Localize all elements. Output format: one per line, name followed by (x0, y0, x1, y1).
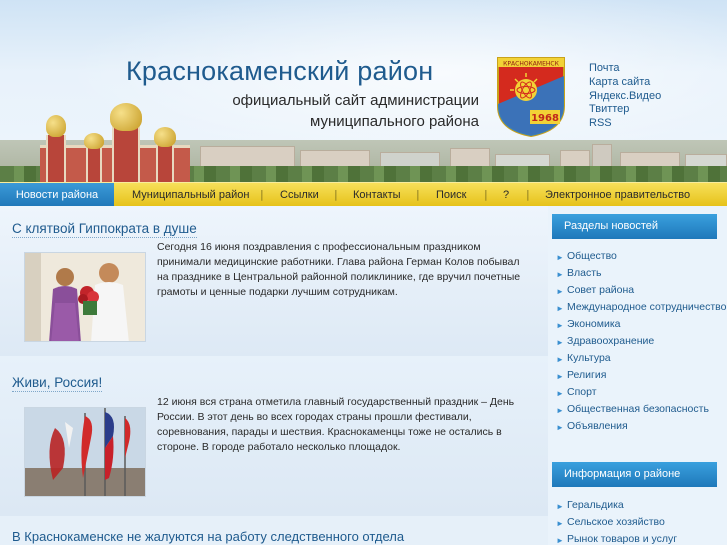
article-summary: 12 июня вся страна отметила главный госу… (157, 396, 515, 453)
sidebar-item-sport[interactable]: ► Спорт (548, 386, 727, 399)
sidebar-item-religion[interactable]: ► Религия (548, 369, 727, 382)
sidebar-item-announcements[interactable]: ► Объявления (548, 420, 727, 433)
news-sections-list: ► Общество ► Власть ► Совет района ► Междуна… (548, 250, 727, 437)
nav-separator: | (416, 188, 420, 201)
site-header: Краснокаменский район официальный сайт а… (0, 0, 727, 182)
arrow-right-icon: ► (556, 536, 564, 545)
sidebar-item-culture[interactable]: ► Культура (548, 352, 727, 365)
sidebar: Разделы новостей ► Общество ► Власть ► Сове… (548, 206, 727, 545)
article-summary: Сегодня 16 июня поздравления с профессио… (157, 241, 521, 298)
nav-item-news[interactable]: Новости района (0, 183, 114, 207)
arrow-right-icon: ► (556, 519, 564, 528)
news-sections-header: Разделы новостей (552, 214, 717, 239)
sidebar-item-heraldry[interactable]: ► Геральдика (548, 499, 727, 512)
arrow-right-icon: ► (556, 355, 564, 364)
arrow-right-icon: ► (556, 321, 564, 330)
district-info-header: Информация о районе (552, 462, 717, 487)
arrow-right-icon: ► (556, 338, 564, 347)
article-title[interactable]: В Краснокаменске не жалуются на работу с… (12, 529, 404, 545)
article-photo[interactable] (24, 252, 146, 342)
nav-item-search[interactable]: Поиск (436, 183, 466, 207)
district-info-list: ► Геральдика ► Сельское хозяйство ► Рынок т… (548, 499, 727, 545)
medics-photo-icon (25, 253, 145, 341)
coat-of-arms-icon[interactable]: КРАСНОКАМЕНСК 1968 (496, 56, 566, 138)
sidebar-item-agriculture[interactable]: ► Сельское хозяйство (548, 516, 727, 529)
site-subtitle-line2: муниципального района (310, 113, 479, 130)
arrow-right-icon: ► (556, 287, 564, 296)
top-links: Почта Карта сайта Яндекс.Видео Твиттер R… (589, 62, 661, 131)
site-subtitle-line1: официальный сайт администрации (232, 92, 479, 109)
rss-link[interactable]: RSS (589, 117, 661, 131)
main-nav: Новости района Муниципальный район | Ссы… (0, 182, 727, 207)
sidebar-item-international[interactable]: ► Международное сотрудничество (548, 301, 727, 314)
coat-top-text: КРАСНОКАМЕНСК (503, 61, 559, 68)
church-illustration (30, 103, 190, 182)
arrow-right-icon: ► (556, 270, 564, 279)
nav-item-contacts[interactable]: Контакты (353, 183, 401, 207)
sidebar-item-economy[interactable]: ► Экономика (548, 318, 727, 331)
flags-photo-icon (25, 408, 145, 496)
arrow-right-icon: ► (556, 304, 564, 313)
nav-separator: | (484, 188, 488, 201)
coat-year-text: 1968 (531, 113, 559, 124)
sidebar-item-market[interactable]: ► Рынок товаров и услуг (548, 533, 727, 545)
arrow-right-icon: ► (556, 372, 564, 381)
news-list: С клятвой Гиппократа в душе Сегодня 16 и… (0, 206, 548, 545)
nav-separator: | (526, 188, 530, 201)
sidebar-item-public-safety[interactable]: ► Общественная безопасность (548, 403, 727, 416)
arrow-right-icon: ► (556, 502, 564, 511)
mail-link[interactable]: Почта (589, 62, 661, 76)
sitemap-link[interactable]: Карта сайта (589, 76, 661, 90)
sidebar-item-power[interactable]: ► Власть (548, 267, 727, 280)
nav-item-links[interactable]: Ссылки (280, 183, 319, 207)
article-title[interactable]: С клятвой Гиппократа в душе (12, 221, 197, 238)
arrow-right-icon: ► (556, 253, 564, 262)
sidebar-item-health[interactable]: ► Здравоохранение (548, 335, 727, 348)
nav-item-help[interactable]: ? (503, 183, 509, 207)
arrow-right-icon: ► (556, 389, 564, 398)
site-title[interactable]: Краснокаменский район (126, 56, 433, 87)
yandex-video-link[interactable]: Яндекс.Видео (589, 90, 661, 104)
nav-item-e-government[interactable]: Электронное правительство (545, 183, 690, 207)
article-title[interactable]: Живи, Россия! (12, 375, 103, 392)
arrow-right-icon: ► (556, 423, 564, 432)
article-photo[interactable] (24, 407, 146, 497)
arrow-right-icon: ► (556, 406, 564, 415)
nav-item-municipal[interactable]: Муниципальный район (132, 183, 249, 207)
nav-separator: | (260, 188, 264, 201)
nav-separator: | (334, 188, 338, 201)
twitter-link[interactable]: Твиттер (589, 103, 661, 117)
sidebar-item-council[interactable]: ► Совет района (548, 284, 727, 297)
sidebar-item-society[interactable]: ► Общество (548, 250, 727, 263)
